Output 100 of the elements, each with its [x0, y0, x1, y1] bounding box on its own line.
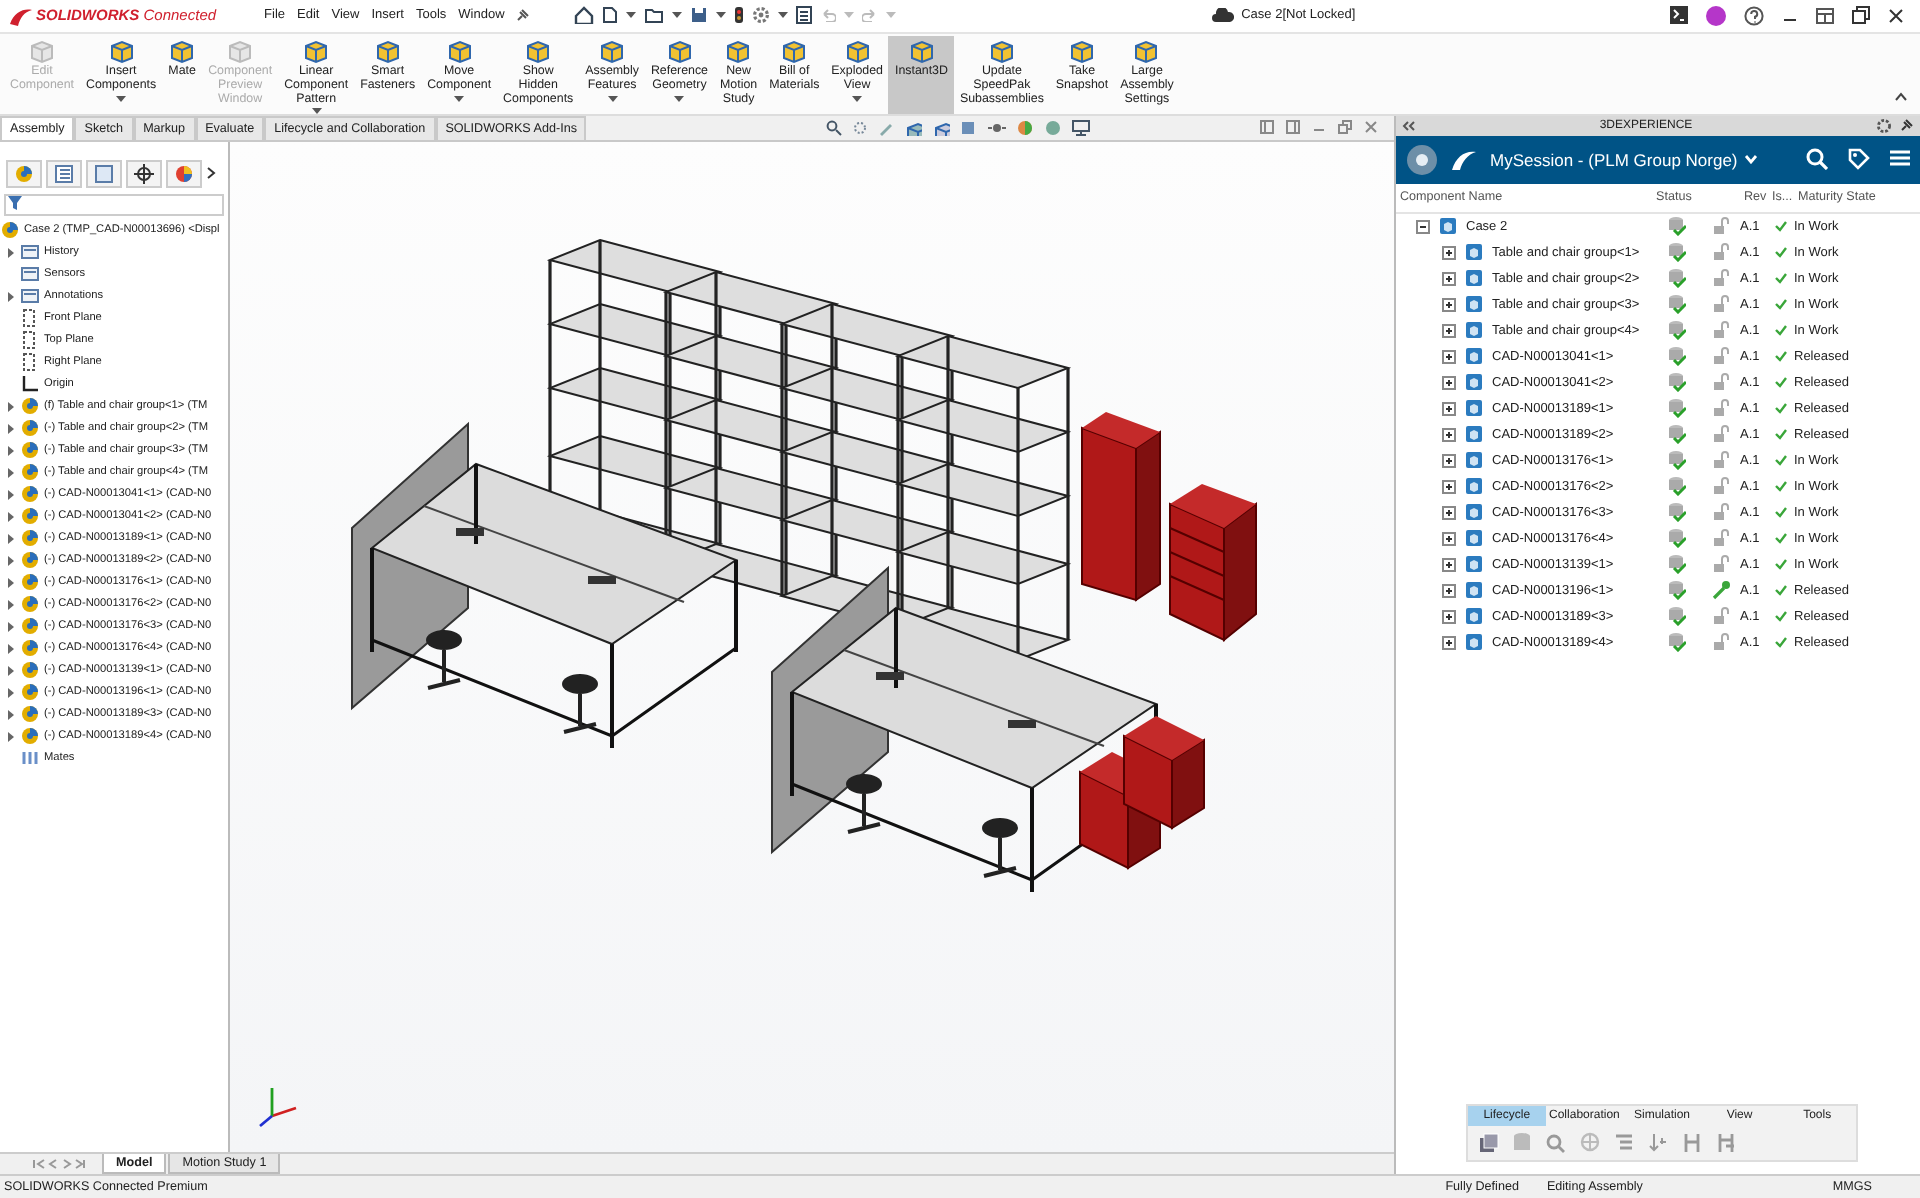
pin-icon[interactable] [1900, 118, 1914, 133]
expand-toggle[interactable] [1442, 245, 1456, 260]
restore-icon[interactable] [1851, 6, 1870, 25]
expand-arrow-icon[interactable] [6, 729, 16, 744]
menu-icon[interactable] [1890, 148, 1910, 169]
expand-arrow-icon[interactable] [6, 289, 16, 304]
folder-icon [20, 264, 40, 285]
expand-arrow-icon[interactable] [6, 531, 16, 546]
plane-icon [20, 330, 40, 351]
expand-arrow-icon[interactable] [6, 465, 16, 480]
save-icon[interactable] [690, 6, 709, 25]
expand-arrow-icon[interactable] [6, 443, 16, 458]
expand-arrow-icon[interactable] [6, 641, 16, 656]
cube-icon[interactable] [904, 119, 923, 136]
expand-toggle[interactable] [1442, 401, 1456, 416]
plane-icon [20, 308, 40, 329]
expand-arrow-icon[interactable] [6, 487, 16, 502]
arrow-down-icon[interactable] [1648, 1131, 1670, 1154]
folder-icon [20, 286, 40, 307]
expand-arrow-icon[interactable] [6, 421, 16, 436]
chevron-right-icon[interactable] [206, 166, 216, 181]
avatar[interactable] [1705, 5, 1726, 26]
filter-field[interactable] [4, 193, 224, 216]
expand-arrow-icon[interactable] [6, 245, 16, 260]
expand-toggle[interactable] [1442, 505, 1456, 520]
magnifier-icon[interactable] [1546, 1131, 1568, 1154]
ds-logo-icon [1450, 147, 1478, 172]
expand-arrow-icon[interactable] [6, 399, 16, 414]
component-icon [20, 726, 40, 747]
sphere-icon[interactable] [1016, 119, 1035, 136]
tag-icon[interactable] [1848, 148, 1870, 171]
component-icon [20, 550, 40, 571]
plane-icon [20, 352, 40, 373]
part-icon [1464, 502, 1484, 523]
gear-icon[interactable] [752, 6, 771, 25]
collapse-ribbon-icon[interactable] [1894, 91, 1908, 102]
expand-arrow-icon[interactable] [6, 553, 16, 568]
expand-arrow-icon[interactable] [6, 707, 16, 722]
database-check-icon [1667, 398, 1685, 419]
expand-arrow-icon[interactable] [6, 685, 16, 700]
help-icon[interactable] [1743, 5, 1764, 26]
expand-arrow-icon[interactable] [6, 597, 16, 612]
database-check-icon [1667, 502, 1685, 523]
database-check-icon [1667, 320, 1685, 341]
expand-toggle[interactable] [1442, 583, 1456, 598]
folder-icon[interactable] [644, 6, 665, 25]
document-icon[interactable] [602, 6, 619, 25]
list-icon [54, 163, 74, 184]
expand-toggle[interactable] [1442, 635, 1456, 650]
database-check-icon [1667, 606, 1685, 627]
tile-windows-icon[interactable] [1815, 7, 1834, 24]
component-icon [0, 220, 20, 241]
expand-arrow-icon[interactable] [6, 619, 16, 634]
monitor-icon[interactable] [1072, 119, 1091, 136]
database-check-icon [1667, 216, 1685, 237]
stack-icon[interactable] [1478, 1131, 1500, 1154]
database-check-icon [1667, 580, 1685, 601]
traffic-light-icon[interactable] [734, 6, 745, 25]
branch-icon[interactable] [1716, 1131, 1738, 1154]
expand-toggle[interactable] [1442, 297, 1456, 312]
close-icon[interactable] [1887, 7, 1904, 24]
box-icon[interactable] [960, 119, 979, 136]
expand-toggle[interactable] [1442, 609, 1456, 624]
search-icon[interactable] [1806, 148, 1828, 171]
expand-toggle[interactable] [1442, 349, 1456, 364]
expand-toggle[interactable] [1442, 271, 1456, 286]
database-check-icon [1667, 242, 1685, 263]
expand-arrow-icon[interactable] [6, 575, 16, 590]
list-icon[interactable] [796, 6, 813, 25]
branch-icon[interactable] [1682, 1131, 1704, 1154]
collapse-panel-icon[interactable] [1402, 119, 1416, 132]
tile-icon[interactable] [1260, 120, 1274, 135]
cube-icon [1132, 37, 1161, 64]
expand-arrow-icon[interactable] [6, 509, 16, 524]
zoom-area-icon[interactable] [852, 119, 869, 136]
tile-icon[interactable] [1286, 120, 1300, 135]
expand-toggle[interactable] [1442, 531, 1456, 546]
cloud-icon [1211, 8, 1234, 23]
expand-toggle[interactable] [1442, 375, 1456, 390]
part-icon [1464, 580, 1484, 601]
expand-toggle[interactable] [1416, 219, 1430, 234]
zoom-icon[interactable] [826, 119, 843, 136]
caret-icon [672, 12, 683, 19]
terminal-icon[interactable] [1669, 6, 1688, 25]
panel-tab[interactable] [126, 159, 162, 188]
cube-icon[interactable] [932, 119, 951, 136]
expand-arrow-icon[interactable] [6, 663, 16, 678]
database-check-icon [1667, 632, 1685, 653]
settings-icon[interactable] [1876, 117, 1892, 134]
expand-toggle[interactable] [1442, 557, 1456, 572]
expand-toggle[interactable] [1442, 479, 1456, 494]
part-icon [1438, 216, 1458, 237]
expand-toggle[interactable] [1442, 453, 1456, 468]
expand-toggle[interactable] [1442, 427, 1456, 442]
component-icon [20, 506, 40, 527]
home-icon[interactable] [574, 6, 595, 25]
part-icon [1464, 450, 1484, 471]
cube-icon [780, 37, 809, 64]
pin-icon[interactable] [516, 8, 531, 23]
expand-toggle[interactable] [1442, 323, 1456, 338]
